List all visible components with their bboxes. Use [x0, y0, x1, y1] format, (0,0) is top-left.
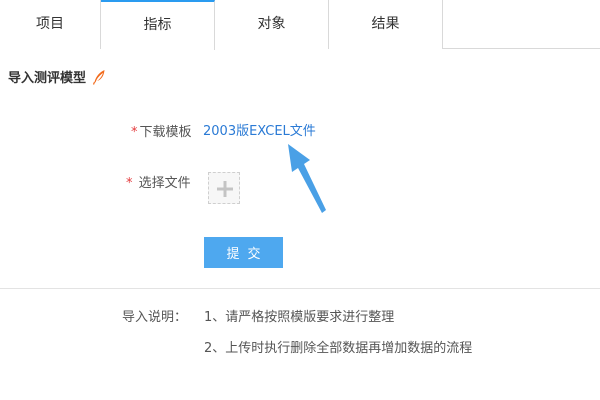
- tab-result[interactable]: 结果: [329, 0, 443, 49]
- feather-icon: [92, 69, 106, 85]
- plus-icon: [217, 181, 233, 197]
- section-title: 导入测评模型: [8, 67, 106, 86]
- template-label: * 下载模板: [131, 121, 192, 140]
- template-label-text: 下载模板: [139, 125, 192, 140]
- tab-indicator[interactable]: 指标: [101, 0, 215, 50]
- tab-object[interactable]: 对象: [215, 0, 329, 49]
- required-mark: *: [131, 125, 138, 140]
- file-upload-button[interactable]: [208, 172, 240, 204]
- divider: [0, 288, 600, 289]
- submit-button[interactable]: 提交: [204, 237, 283, 268]
- import-notes-label: 导入说明：: [122, 310, 188, 325]
- required-mark-file: *: [126, 176, 133, 191]
- file-label-text: 选择文件: [138, 176, 191, 191]
- import-note-item: 1、请严格按照模版要求进行整理: [204, 310, 395, 325]
- page: 项目 指标 对象 结果 导入测评模型 * 下载模板 2003版EXCEL文件 * …: [0, 0, 600, 400]
- pointer-arrow-icon: [288, 144, 326, 213]
- import-note-item: 2、上传时执行删除全部数据再增加数据的流程: [204, 341, 473, 356]
- tab-project[interactable]: 项目: [0, 0, 101, 49]
- tab-bar: 项目 指标 对象 结果: [0, 0, 600, 50]
- download-template-link[interactable]: 2003版EXCEL文件: [203, 120, 316, 139]
- section-title-text: 导入测评模型: [8, 71, 87, 86]
- file-label: * 选择文件: [126, 172, 191, 191]
